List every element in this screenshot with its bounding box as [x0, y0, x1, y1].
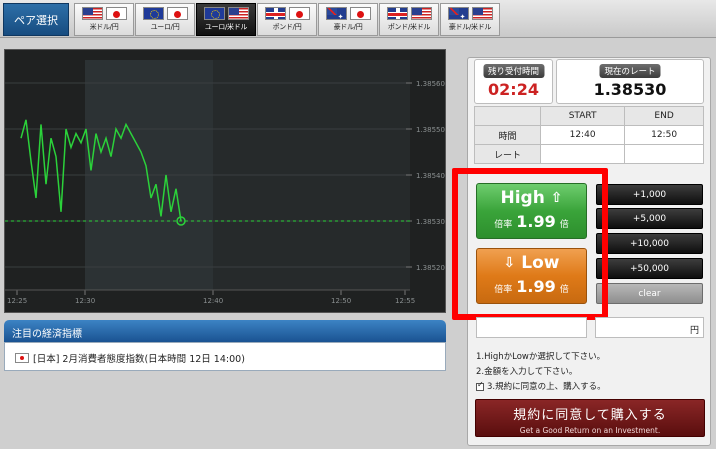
tab-flags	[264, 7, 310, 20]
tab-flags	[142, 7, 188, 20]
jp-flag-icon	[166, 7, 188, 20]
current-rate-box: 現在のレート 1.38530	[556, 59, 704, 104]
high-label: High	[500, 188, 545, 208]
current-rate-value: 1.38530	[593, 80, 667, 99]
arrow-down-icon: ⇩	[503, 255, 516, 271]
remaining-time-value: 02:24	[488, 80, 539, 99]
tab-label: ユーロ/円	[150, 23, 180, 31]
us-flag-icon	[410, 7, 432, 20]
econ-indicator-header: 注目の経済指標	[4, 320, 446, 342]
us-flag-icon	[81, 7, 103, 20]
low-rate-unit: 倍	[559, 285, 569, 295]
y-tick-label: 1.38540	[416, 172, 445, 180]
amount-5000-button[interactable]: +5,000	[596, 208, 703, 229]
high-rate-value: 1.99	[516, 212, 556, 231]
jp-flag-icon	[288, 7, 310, 20]
tab-pair-6[interactable]: 豪ドル/米ドル	[440, 3, 500, 36]
econ-indicator-text: [日本] 2月消費者態度指数(日本時間 12日 14:00)	[33, 354, 245, 365]
eu-flag-icon	[142, 7, 164, 20]
amount-50000-button[interactable]: +50,000	[596, 258, 703, 279]
high-button[interactable]: High ⇧ 倍率 1.99 倍	[476, 183, 587, 239]
tab-label: 豪ドル/米ドル	[448, 23, 492, 31]
period-table: START END 時間 12:40 12:50 レート	[474, 106, 704, 164]
tab-label: ユーロ/米ドル	[204, 23, 248, 31]
start-rate-cell	[539, 144, 626, 164]
econ-indicator-item[interactable]: [日本] 2月消費者態度指数(日本時間 12日 14:00)	[15, 351, 245, 365]
jp-flag-icon	[349, 7, 371, 20]
y-tick-label: 1.38560	[416, 80, 445, 88]
eu-flag-icon	[203, 7, 225, 20]
low-button[interactable]: ⇩ Low 倍率 1.99 倍	[476, 248, 587, 304]
end-rate-cell	[624, 144, 704, 164]
step-1-text: 1.HighかLowか選択して下さい。	[476, 352, 606, 362]
x-tick-label: 12:55	[395, 297, 415, 305]
uk-flag-icon	[386, 7, 408, 20]
start-time-cell: 12:40	[539, 125, 626, 145]
y-tick-label: 1.38530	[416, 218, 445, 226]
amount-1000-button[interactable]: +1,000	[596, 184, 703, 205]
buy-label: 規約に同意して購入する	[513, 408, 667, 423]
uk-flag-icon	[264, 7, 286, 20]
y-tick-label: 1.38550	[416, 126, 445, 134]
step-3-text: 3.規約に同意の上、購入する。	[487, 382, 606, 392]
au-flag-icon	[325, 7, 347, 20]
amount-10000-button[interactable]: +10,000	[596, 233, 703, 254]
yen-unit: 円	[689, 326, 699, 336]
col-start-header: START	[539, 106, 626, 126]
high-rate-label: 倍率	[494, 220, 513, 230]
tab-flags	[325, 7, 371, 20]
tab-label: ポンド/円	[272, 23, 302, 31]
low-rate-label: 倍率	[494, 285, 513, 295]
buy-slogan: Get a Good Return on an Investment.	[519, 426, 661, 435]
tab-pair-4[interactable]: 豪ドル/円	[318, 3, 378, 36]
us-flag-icon	[227, 7, 249, 20]
arrow-up-icon: ⇧	[550, 190, 563, 206]
pair-tab-bar: ペア選択 米ドル/円 ユーロ/円 ユーロ/米ドル ポンド/円 豪ドル/円 ポンド/米ドル 豪…	[0, 0, 716, 38]
remaining-time-box: 残り受付時間 02:24	[474, 59, 553, 104]
tab-pair-2[interactable]: ユーロ/米ドル	[196, 3, 256, 36]
jp-flag-icon	[15, 353, 29, 363]
tab-label: ポンド/米ドル	[387, 23, 431, 31]
table-corner	[474, 106, 541, 126]
row-rate-header: レート	[474, 144, 541, 164]
col-end-header: END	[624, 106, 704, 126]
tab-label: 豪ドル/円	[333, 23, 363, 31]
price-chart: 1.38560 1.38550 1.38540 1.38530 1.38520 12:25…	[4, 49, 446, 313]
chart-svg: 1.38560 1.38550 1.38540 1.38530 1.38520 12:25…	[5, 60, 445, 305]
x-tick-label: 12:50	[331, 297, 351, 305]
tab-flags	[386, 7, 432, 20]
tab-flags	[81, 7, 127, 20]
tab-pair-5[interactable]: ポンド/米ドル	[379, 3, 439, 36]
amount-input[interactable]: 円	[595, 317, 704, 338]
end-time-cell: 12:50	[624, 125, 704, 145]
x-tick-label: 12:30	[75, 297, 95, 305]
x-tick-label: 12:25	[7, 297, 27, 305]
us-flag-icon	[471, 7, 493, 20]
low-label: Low	[521, 253, 560, 273]
tab-pair-0[interactable]: 米ドル/円	[74, 3, 134, 36]
tab-flags	[203, 7, 249, 20]
au-flag-icon	[447, 7, 469, 20]
tab-pair-1[interactable]: ユーロ/円	[135, 3, 195, 36]
remaining-time-caption: 残り受付時間	[482, 64, 545, 78]
x-tick-label: 12:40	[203, 297, 223, 305]
jp-flag-icon	[105, 7, 127, 20]
tab-pair-3[interactable]: ポンド/円	[257, 3, 317, 36]
step-2-text: 2.金額を入力して下さい。	[476, 367, 578, 377]
current-rate-caption: 現在のレート	[599, 64, 661, 78]
row-time-header: 時間	[474, 125, 541, 145]
selection-field	[476, 317, 587, 338]
clear-button[interactable]: clear	[596, 283, 703, 304]
tab-flags	[447, 7, 493, 20]
buy-button[interactable]: 規約に同意して購入する Get a Good Return on an Inve…	[475, 399, 705, 437]
high-rate-unit: 倍	[559, 220, 569, 230]
pair-select-label: ペア選択	[3, 3, 69, 36]
y-tick-label: 1.38520	[416, 264, 445, 272]
econ-indicator-list: [日本] 2月消費者態度指数(日本時間 12日 14:00)	[4, 342, 446, 371]
low-rate-value: 1.99	[516, 277, 556, 296]
tab-label: 米ドル/円	[89, 23, 119, 31]
agree-checkbox[interactable]	[476, 380, 484, 391]
trading-app: ペア選択 米ドル/円 ユーロ/円 ユーロ/米ドル ポンド/円 豪ドル/円 ポンド/米ドル 豪…	[0, 0, 716, 449]
step-3-row: 3.規約に同意の上、購入する。	[476, 380, 606, 392]
